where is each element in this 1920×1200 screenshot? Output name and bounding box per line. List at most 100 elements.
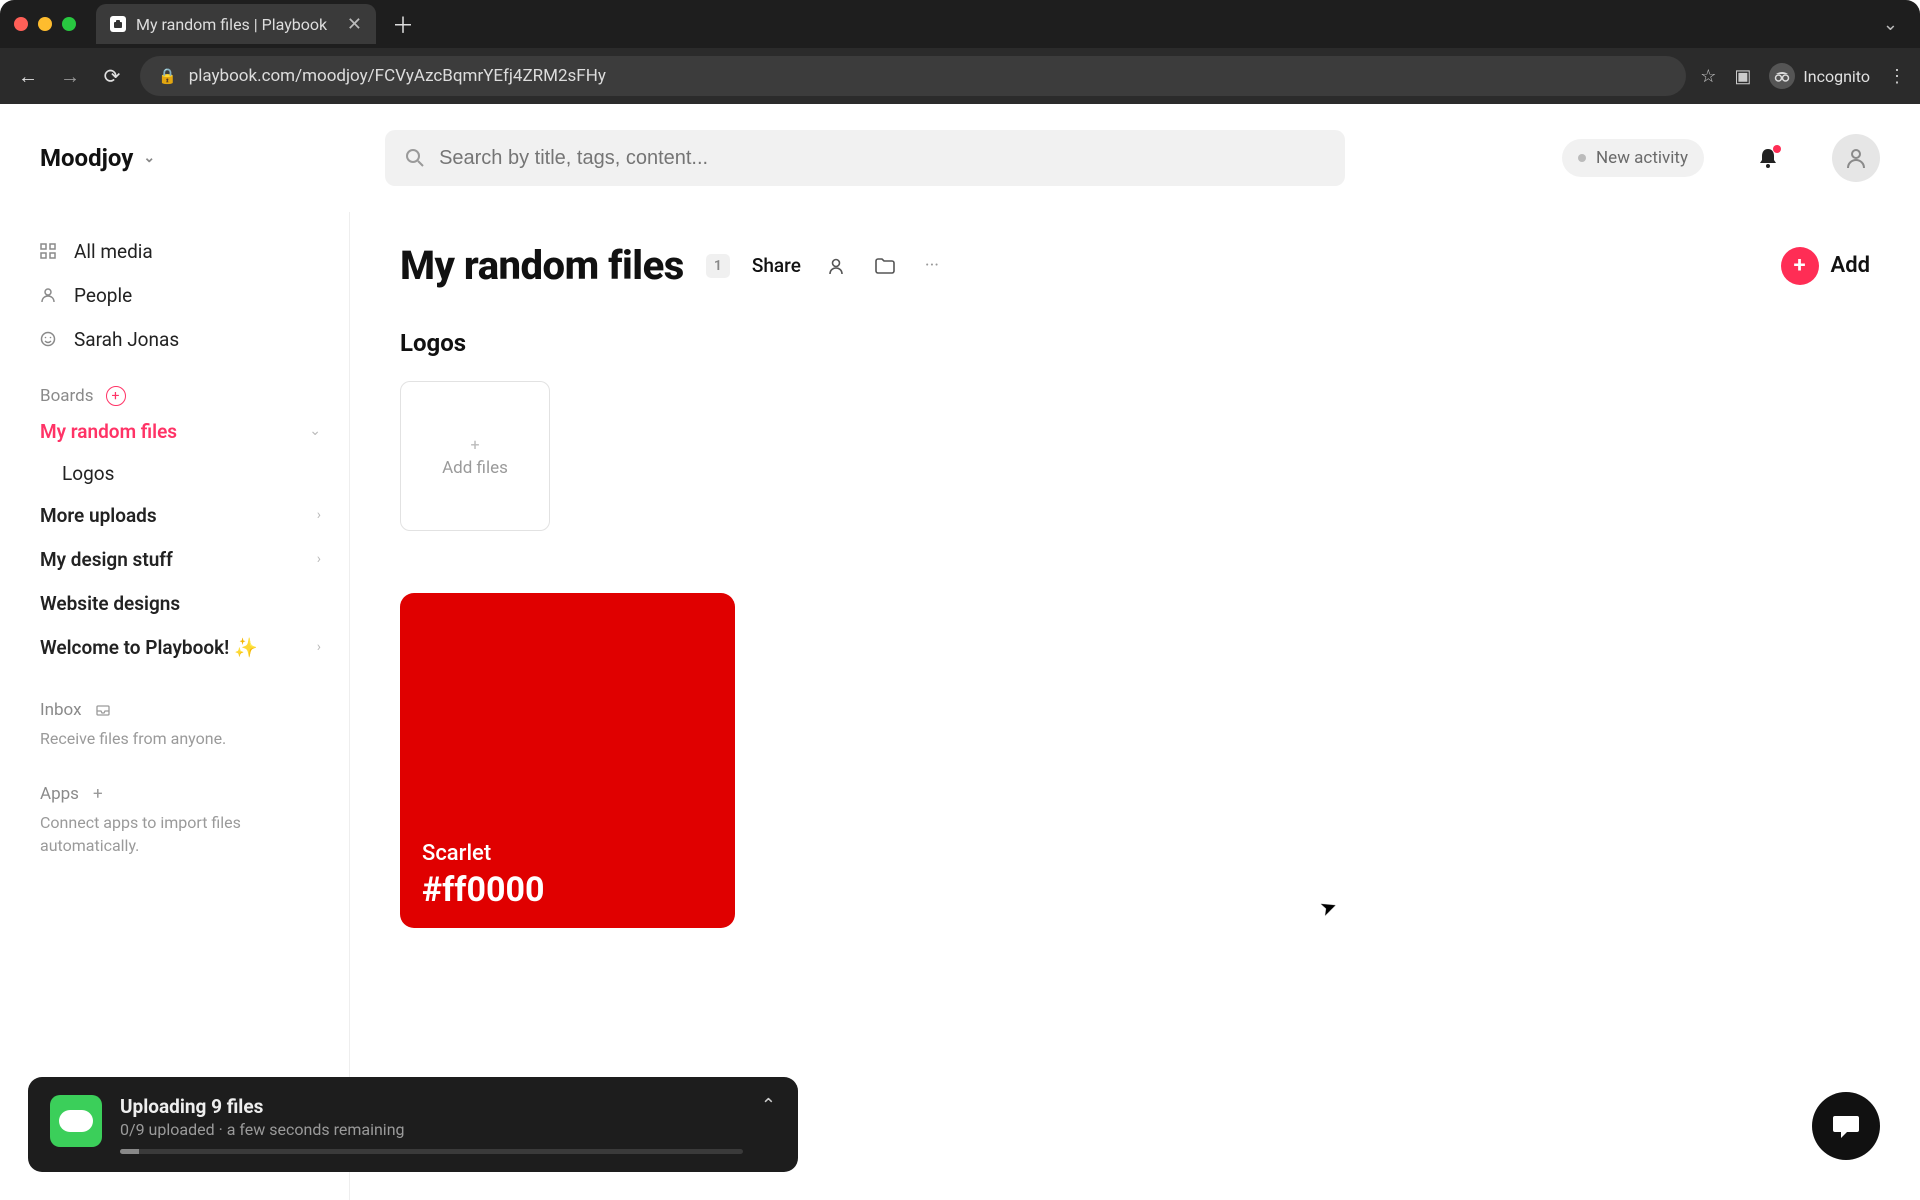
title-row: My random files 1 Share ··· + Add [400, 242, 1870, 289]
sidebar-section-inbox[interactable]: Inbox [40, 700, 321, 720]
chevron-right-icon[interactable]: › [317, 551, 321, 567]
tab-close-icon[interactable]: ✕ [347, 14, 362, 35]
sidebar-item-label: More uploads [40, 504, 157, 527]
sidebar-section-apps[interactable]: Apps + [40, 784, 321, 804]
chevron-down-icon: ⌄ [143, 150, 155, 166]
add-label: Add [1831, 253, 1870, 278]
add-files-tile[interactable]: + Add files [400, 381, 550, 531]
chevron-right-icon[interactable]: › [317, 507, 321, 523]
color-hex: #ff0000 [422, 870, 545, 910]
maximize-window-icon[interactable] [62, 17, 76, 31]
upload-toast-title: Uploading 9 files [120, 1095, 743, 1118]
search-icon [405, 148, 425, 168]
reload-button[interactable]: ⟳ [98, 64, 126, 88]
app-header: Moodjoy ⌄ New activity [0, 104, 1920, 212]
workspace-name: Moodjoy [40, 144, 133, 172]
new-activity-label: New activity [1596, 148, 1688, 168]
tab-bar: My random files | Playbook ✕ ＋ ⌄ [0, 0, 1920, 48]
window-controls [14, 17, 76, 31]
url-box[interactable]: 🔒 playbook.com/moodjoy/FCVyAzcBqmrYEfj4Z… [140, 56, 1686, 96]
sidebar-item-all-media[interactable]: All media [40, 232, 321, 270]
more-button[interactable]: ··· [921, 255, 943, 276]
upload-toast-icon [50, 1095, 102, 1147]
sidebar-item-sarah[interactable]: Sarah Jonas [40, 320, 321, 358]
members-button[interactable] [823, 257, 849, 275]
sidebar: All media People Sarah Jonas Boards + My… [0, 212, 350, 1200]
share-button[interactable]: Share [752, 254, 801, 277]
chevron-right-icon[interactable]: › [317, 639, 321, 655]
person-icon [40, 287, 60, 303]
workspace-switcher[interactable]: Moodjoy ⌄ [40, 144, 155, 172]
sidebar-board-website-designs[interactable]: Website designs [40, 584, 321, 622]
add-button[interactable]: + Add [1781, 247, 1870, 285]
incognito-label: Incognito [1803, 67, 1870, 86]
notification-badge-icon [1773, 145, 1781, 153]
boards-label: Boards [40, 386, 94, 406]
search-input[interactable] [439, 147, 1325, 170]
plus-circle-icon: + [1781, 247, 1819, 285]
toast-collapse-button[interactable]: ⌃ [761, 1095, 776, 1116]
add-board-button[interactable]: + [106, 386, 126, 406]
url-text: playbook.com/moodjoy/FCVyAzcBqmrYEfj4ZRM… [189, 66, 606, 86]
inbox-label: Inbox [40, 700, 82, 720]
incognito-icon [1769, 63, 1795, 89]
sidebar-item-label: Website designs [40, 592, 180, 615]
sidebar-section-boards: Boards + [40, 386, 321, 406]
sidebar-item-label: All media [74, 240, 153, 263]
notifications-button[interactable] [1758, 147, 1778, 169]
browser-menu-icon[interactable]: ⋮ [1888, 66, 1906, 87]
color-card[interactable]: Scarlet #ff0000 [400, 593, 735, 928]
tab-overflow-icon[interactable]: ⌄ [1875, 14, 1906, 35]
inbox-icon [96, 703, 110, 717]
apps-label: Apps [40, 784, 79, 804]
sidebar-item-label: My design stuff [40, 548, 173, 571]
sidebar-item-label: Welcome to Playbook! ✨ [40, 636, 258, 659]
incognito-indicator[interactable]: Incognito [1769, 63, 1870, 89]
item-count-badge: 1 [706, 254, 730, 278]
app-body: All media People Sarah Jonas Boards + My… [0, 212, 1920, 1200]
support-chat-button[interactable] [1812, 1092, 1880, 1160]
add-files-label: Add files [442, 458, 508, 478]
sidebar-item-people[interactable]: People [40, 276, 321, 314]
sidebar-board-more-uploads[interactable]: More uploads › [40, 496, 321, 534]
page-title: My random files [400, 242, 684, 289]
sidebar-item-label: My random files [40, 420, 177, 443]
back-button[interactable]: ← [14, 64, 42, 89]
browser-tab[interactable]: My random files | Playbook ✕ [96, 4, 376, 44]
upload-toast-status: 0/9 uploaded · a few seconds remaining [120, 1120, 743, 1139]
tab-favicon-icon [110, 16, 126, 32]
sidebar-item-label: Logos [62, 462, 114, 485]
minimize-window-icon[interactable] [38, 17, 52, 31]
close-window-icon[interactable] [14, 17, 28, 31]
sidebar-item-label: Sarah Jonas [74, 328, 179, 351]
lock-icon: 🔒 [158, 67, 177, 85]
search-bar[interactable] [385, 130, 1345, 186]
sidebar-board-design-stuff[interactable]: My design stuff › [40, 540, 321, 578]
main-content: My random files 1 Share ··· + Add Logos … [350, 212, 1920, 1200]
address-bar: ← → ⟳ 🔒 playbook.com/moodjoy/FCVyAzcBqmr… [0, 48, 1920, 104]
section-title: Logos [400, 329, 1870, 357]
user-avatar[interactable] [1832, 134, 1880, 182]
sidebar-board-welcome[interactable]: Welcome to Playbook! ✨ › [40, 628, 321, 666]
folder-button[interactable] [871, 258, 899, 274]
color-name: Scarlet [422, 841, 491, 866]
new-tab-button[interactable]: ＋ [386, 8, 420, 40]
chevron-down-icon[interactable]: ⌄ [309, 423, 321, 439]
plus-icon: + [470, 435, 479, 454]
tab-title: My random files | Playbook [136, 15, 327, 34]
extensions-icon[interactable]: ▣ [1734, 66, 1751, 87]
sidebar-subboard-logos[interactable]: Logos [40, 456, 321, 490]
activity-dot-icon [1578, 154, 1586, 162]
new-activity-pill[interactable]: New activity [1562, 139, 1704, 177]
plus-icon[interactable]: + [93, 784, 103, 804]
smile-icon [40, 331, 60, 347]
sidebar-item-label: People [74, 284, 132, 307]
cloud-icon [59, 1110, 93, 1132]
grid-icon [40, 243, 60, 259]
bookmark-star-icon[interactable]: ☆ [1700, 66, 1716, 87]
upload-progress-bar [120, 1149, 743, 1154]
forward-button[interactable]: → [56, 64, 84, 89]
inbox-hint: Receive files from anyone. [40, 728, 321, 750]
sidebar-board-my-random-files[interactable]: My random files ⌄ [40, 412, 321, 450]
upload-toast: Uploading 9 files 0/9 uploaded · a few s… [28, 1077, 798, 1172]
